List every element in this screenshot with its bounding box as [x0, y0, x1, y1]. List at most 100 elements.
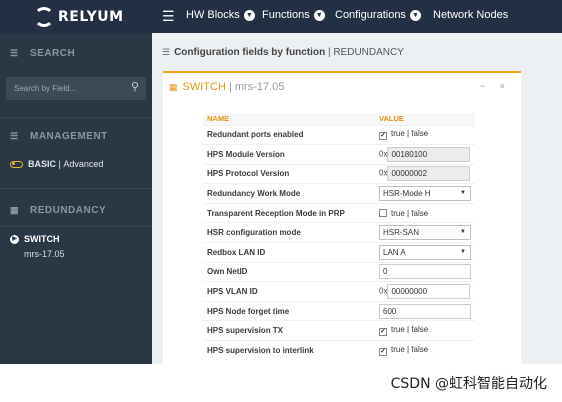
header-value: VALUE — [375, 113, 475, 125]
hamburger-menu-icon[interactable]: ☰ — [162, 8, 175, 24]
table-row: Redbox LAN ID LAN A ▼ — [203, 242, 475, 263]
card-title-label: SWITCH — [182, 81, 226, 93]
field-value: 0x 00180100 — [375, 144, 475, 165]
field-name: Redundancy Work Mode — [203, 183, 375, 204]
table-row: HPS Module Version 0x 00180100 — [203, 144, 475, 165]
page-title-function: REDUNDANCY — [333, 47, 404, 58]
field-name: HPS supervision TX — [203, 320, 375, 341]
divider — [0, 117, 152, 118]
field-value: HSR-SAN ▼ — [375, 222, 475, 243]
field-name: Own NetID — [203, 261, 375, 282]
text-field[interactable]: 0 — [379, 264, 471, 280]
select-value: HSR-Mode H — [383, 189, 431, 199]
field-value: true | false — [375, 202, 475, 223]
management-heading: ☰ MANAGEMENT — [10, 131, 108, 142]
sidebar-item-device[interactable]: mrs-17.05 — [24, 249, 65, 259]
sliders-icon: ☰ — [10, 48, 19, 58]
nav-hw-blocks[interactable]: HW Blocks ▼ — [186, 9, 255, 21]
mode-separator: | — [56, 159, 64, 169]
table-row: Transparent Reception Mode in PRP true | … — [203, 202, 475, 223]
chevron-right-icon: ▶ — [10, 234, 19, 244]
logo-icon — [34, 7, 54, 27]
search-box: ⚲ — [6, 77, 146, 100]
redundancy-heading-label: REDUNDANCY — [30, 205, 107, 216]
checkbox[interactable]: ✓ — [379, 328, 387, 337]
mode-basic[interactable]: BASIC — [28, 159, 56, 169]
page-title: ☰ Configuration fields by function | RED… — [162, 47, 404, 58]
main-content: ☰ Configuration fields by function | RED… — [152, 33, 562, 364]
grid-icon: ▦ — [10, 205, 20, 215]
field-name: HPS Module Version — [203, 144, 375, 165]
checkbox[interactable]: ✓ — [379, 348, 387, 357]
page-title-separator: | — [325, 47, 334, 58]
mode-advanced[interactable]: Advanced — [63, 159, 103, 169]
divider — [0, 188, 152, 189]
brand-name: RELYUM — [58, 9, 124, 25]
table-row: Redundancy Work Mode HSR-Mode H ▼ — [203, 183, 475, 204]
header-name: NAME — [203, 113, 375, 125]
bool-options: true | false — [391, 208, 429, 218]
caret-down-icon: ▼ — [460, 248, 466, 255]
field-value: 0x 00000002 — [375, 163, 475, 184]
text-field[interactable]: 600 — [379, 303, 471, 319]
mode-toggle[interactable]: BASIC | Advanced — [10, 159, 103, 169]
caret-down-icon: ▼ — [460, 229, 466, 236]
sidebar: ☰ SEARCH ⚲ ☰ MANAGEMENT BASIC | Advanced… — [0, 33, 152, 364]
hex-prefix: 0x — [379, 169, 388, 179]
hex-field[interactable]: 00000000 — [387, 284, 471, 300]
search-icon[interactable]: ⚲ — [131, 80, 139, 93]
management-heading-label: MANAGEMENT — [30, 131, 108, 142]
table-row: Own NetID 0 — [203, 261, 475, 282]
search-input[interactable] — [14, 81, 124, 96]
nav-label: HW Blocks — [186, 9, 240, 21]
table-body: Redundant ports enabled ✓ true | false HPS … — [203, 124, 475, 361]
grid-icon: ▦ — [169, 81, 178, 92]
caret-down-icon: ▼ — [460, 190, 466, 197]
field-name: HPS Node forget time — [203, 300, 375, 321]
field-value: LAN A ▼ — [375, 242, 475, 263]
sliders-icon: ☰ — [10, 131, 19, 141]
table-row: HPS supervision TX ✓ true | false — [203, 320, 475, 341]
field-value: ✓ true | false — [375, 340, 475, 361]
table-row: HPS VLAN ID 0x 00000000 — [203, 281, 475, 302]
field-name: HPS VLAN ID — [203, 281, 375, 302]
field-value: 0x 00000000 — [375, 281, 475, 302]
chevron-down-icon: ▼ — [243, 9, 255, 21]
field-value: 0 — [375, 261, 475, 282]
field-name: HPS Protocol Version — [203, 163, 375, 184]
watermark: CSDN @虹科智能自动化 — [390, 376, 547, 392]
switch-card: ▦ SWITCH | mrs-17.05 − × NAME VALUE Redu… — [163, 71, 521, 364]
card-tools[interactable]: − × — [480, 81, 511, 91]
hex-prefix: 0x — [379, 149, 388, 159]
sliders-icon: ☰ — [162, 47, 171, 57]
sidebar-item-switch[interactable]: ▶ SWITCH — [10, 234, 60, 244]
select-dropdown[interactable]: HSR-SAN ▼ — [379, 225, 471, 241]
config-table: NAME VALUE Redundant ports enabled ✓ true … — [203, 113, 475, 361]
checkbox[interactable]: ✓ — [379, 132, 387, 141]
table-row: Redundant ports enabled ✓ true | false — [203, 124, 475, 145]
page-title-main: Configuration fields by function — [174, 47, 326, 58]
select-dropdown[interactable]: LAN A ▼ — [379, 244, 471, 260]
card-device: mrs-17.05 — [234, 81, 285, 93]
nav-network-nodes[interactable]: Network Nodes — [433, 9, 508, 21]
select-dropdown[interactable]: HSR-Mode H ▼ — [379, 186, 471, 202]
bool-options: true | false — [391, 325, 429, 335]
redundancy-heading: ▦ REDUNDANCY — [10, 205, 106, 216]
field-value: ✓ true | false — [375, 320, 475, 341]
select-value: LAN A — [383, 247, 406, 257]
bool-options: true | false — [391, 345, 429, 355]
field-value: HSR-Mode H ▼ — [375, 183, 475, 204]
hex-field: 00180100 — [387, 146, 471, 162]
search-heading: ☰ SEARCH — [10, 48, 75, 59]
checkbox[interactable] — [379, 208, 387, 217]
toggle-icon — [10, 160, 23, 168]
nav-configurations[interactable]: Configurations ▼ — [335, 9, 421, 21]
nav-label: Network Nodes — [433, 9, 509, 21]
table-row: HPS Node forget time 600 — [203, 300, 475, 321]
table-row: HSR configuration mode HSR-SAN ▼ — [203, 222, 475, 243]
brand-logo[interactable]: RELYUM — [34, 6, 124, 28]
nav-functions[interactable]: Functions ▼ — [262, 9, 325, 21]
field-value: ✓ true | false — [375, 124, 475, 145]
switch-label: SWITCH — [24, 234, 60, 244]
hex-field: 00000002 — [387, 166, 471, 182]
